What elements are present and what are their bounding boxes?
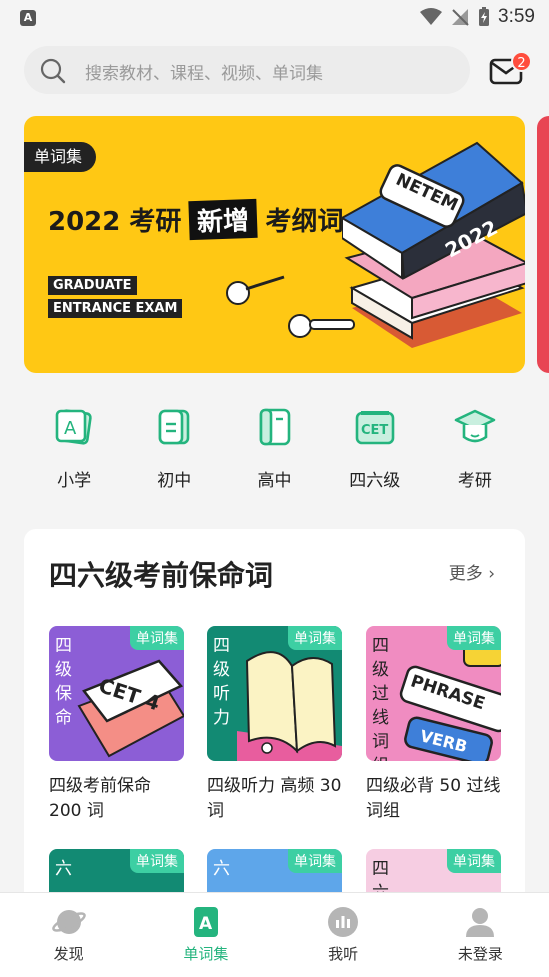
planet-icon: [51, 910, 86, 934]
svg-text:CET: CET: [361, 423, 388, 438]
mail-badge: 2: [511, 51, 532, 72]
tab-label: 我听: [328, 945, 359, 963]
banner-title-post: 考纲词: [265, 207, 344, 237]
category-primary[interactable]: A 小学: [24, 404, 124, 494]
section-title: 四六级考前保命词: [49, 559, 274, 592]
wordset-badge: 单词集: [130, 849, 184, 873]
more-link[interactable]: 更多 ›: [449, 559, 495, 584]
banner-tag: 单词集: [24, 142, 97, 172]
next-banner-peek[interactable]: [537, 116, 549, 373]
clock: 3:59: [498, 6, 535, 27]
no-signal-icon: [452, 9, 469, 26]
battery-charging-icon: [479, 7, 490, 26]
app-notification-icon: A: [20, 10, 36, 26]
wordset-badge: 单词集: [447, 849, 501, 873]
cover-text: 四级过线词组: [372, 636, 389, 761]
tab-listen[interactable]: 我听: [275, 893, 412, 977]
more-label: 更多: [448, 564, 483, 584]
search-input[interactable]: 搜索教材、课程、视频、单词集: [24, 46, 470, 94]
search-icon: [40, 58, 66, 84]
wordset-card[interactable]: 四级听力 单词集 四级听力 高频 30 词: [207, 626, 342, 824]
category-label: 考研: [457, 471, 492, 491]
banner-subtitle: GRADUATE ENTRANCE EXAM: [48, 276, 183, 322]
bottom-tab-bar: 发现 A 单词集 我听 未登录: [0, 892, 549, 977]
category-cet[interactable]: CET 四六级: [325, 404, 425, 494]
category-label: 四六级: [349, 471, 401, 491]
cet-icon: CET: [355, 411, 395, 445]
svg-text:A: A: [64, 418, 77, 439]
banner-title: 2022 考研 新增 考纲词: [48, 198, 344, 241]
audio-icon: [328, 907, 359, 937]
category-label: 初中: [157, 471, 192, 491]
category-junior[interactable]: 初中: [124, 404, 224, 494]
wordset-badge: 单词集: [288, 626, 342, 650]
a-book-icon: A: [55, 409, 92, 445]
chevron-right-icon: ›: [488, 564, 495, 584]
tab-label: 发现: [53, 945, 84, 963]
banner-title-pre: 2022 考研: [48, 207, 182, 237]
svg-text:A: A: [199, 914, 213, 934]
category-senior[interactable]: 高中: [224, 404, 324, 494]
category-postgrad[interactable]: 考研: [425, 404, 525, 494]
wordset-card[interactable]: PHRASEVERB 四级过线词组 单词集 四级必背 50 过线词组: [366, 626, 501, 824]
cover-text: 四级保命: [55, 636, 72, 728]
wordset-badge: 单词集: [130, 626, 184, 650]
graduation-cap-icon: [454, 409, 496, 443]
books-illustration: 2022 NETEM: [342, 141, 525, 348]
wordset-card[interactable]: CET 4 四级保命 单词集 四级考前保命 200 词: [49, 626, 184, 824]
banner-sub-line2: ENTRANCE EXAM: [48, 299, 183, 318]
tab-label: 单词集: [183, 945, 229, 963]
wordset-cover: PHRASEVERB 四级过线词组 单词集: [366, 626, 501, 761]
wordset-badge: 单词集: [288, 849, 342, 873]
banner-title-highlight: 新增: [188, 198, 259, 241]
a-book-icon: A: [193, 907, 218, 937]
wordset-title: 四级考前保命 200 词: [49, 776, 151, 821]
open-book-illustration: [237, 651, 342, 761]
tab-wordsets[interactable]: A 单词集: [137, 893, 274, 977]
wordset-cover: CET 4 四级保命 单词集: [49, 626, 184, 761]
tab-discover[interactable]: 发现: [0, 893, 137, 977]
book-icon: [259, 408, 290, 446]
search-placeholder: 搜索教材、课程、视频、单词集: [85, 64, 323, 84]
user-icon: [466, 908, 495, 937]
tab-account[interactable]: 未登录: [412, 893, 549, 977]
tab-label: 未登录: [457, 945, 503, 963]
wordset-badge: 单词集: [447, 626, 501, 650]
wordset-cover: 四级听力 单词集: [207, 626, 342, 761]
wordset-title: 四级听力 高频 30 词: [207, 776, 342, 821]
wifi-icon: [420, 8, 443, 25]
cet4-book-illustration: CET 4: [77, 659, 184, 758]
promo-banner[interactable]: 单词集 2022 考研 新增 考纲词 GRADUATE ENTRANCE EXA…: [24, 116, 525, 373]
cet-wordsets-section: 四六级考前保命词 更多 › CET 4 四级保命 单词集 四级考前保命 200 …: [24, 529, 525, 929]
cover-text: 四级听力: [213, 636, 230, 728]
notebook-icon: [158, 409, 190, 445]
wordset-title: 四级必背 50 过线词组: [366, 776, 501, 821]
key-illustration: [226, 275, 285, 305]
cover-text: 六: [213, 859, 230, 879]
status-bar: A 3:59: [0, 0, 549, 38]
category-nav: A 小学 初中 高中 CET 四六级 考研: [24, 404, 525, 494]
category-label: 小学: [57, 471, 92, 491]
category-label: 高中: [257, 471, 292, 491]
cover-text: 六: [55, 859, 72, 879]
banner-sub-line1: GRADUATE: [48, 276, 137, 295]
phrase-verb-illustration: PHRASEVERB: [399, 644, 501, 761]
